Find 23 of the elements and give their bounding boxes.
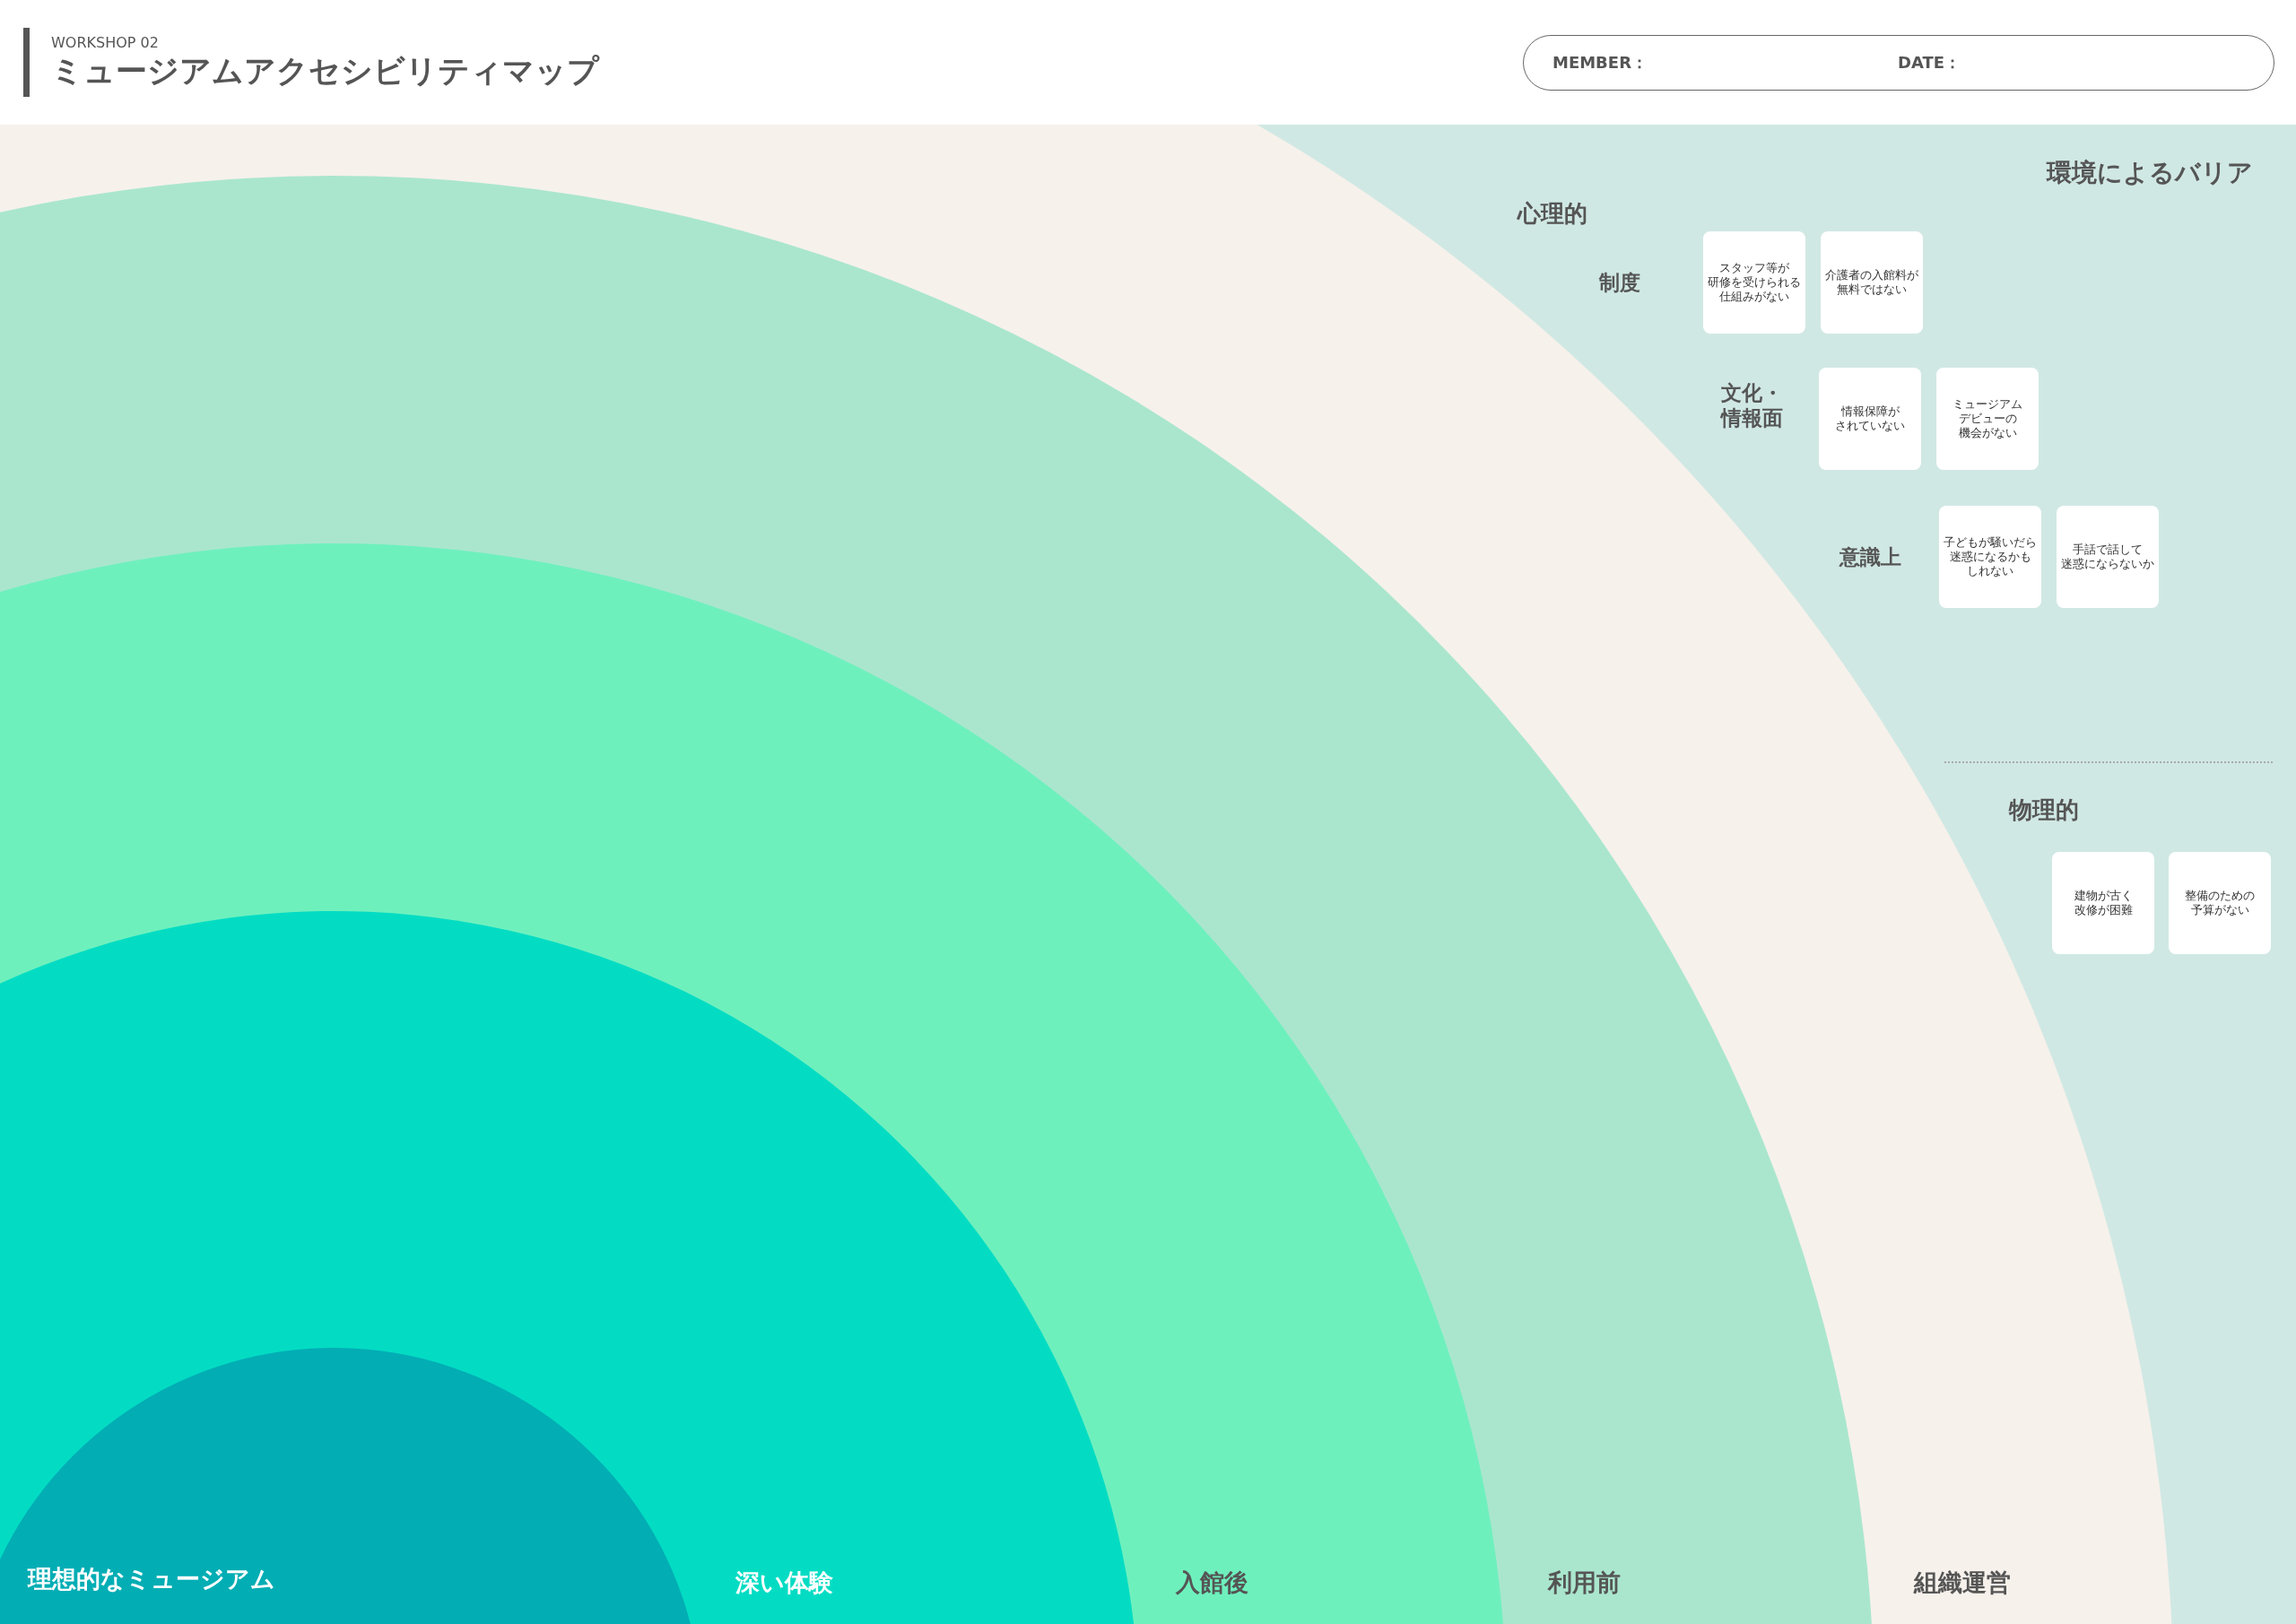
sticky-note: 情報保障が されていない [1819, 368, 1921, 470]
sticky-note: 手話で話して 迷惑にならないか [2057, 506, 2159, 608]
category-label: 文化・ 情報面 [1721, 381, 1783, 431]
sticky-note: 子どもが騒いだら 迷惑になるかも しれない [1939, 506, 2041, 608]
field-label: MEMBER： [1552, 52, 1648, 74]
sticky-note: ミュージアム デビューの 機会がない [1936, 368, 2039, 470]
sticky-note: 建物が古く 改修が困難 [2052, 852, 2154, 954]
category-label: 意識上 [1839, 545, 1901, 570]
field-label: DATE： [1898, 52, 1961, 74]
ring-label: 深い体験 [735, 1568, 833, 1598]
sticky-note: 整備のための 予算がない [2169, 852, 2271, 954]
ring-label: 入館後 [1176, 1568, 1248, 1598]
group-label: 物理的 [2009, 795, 2079, 825]
group-label: 心理的 [1518, 199, 1587, 229]
section-title: 環境によるバリア [2047, 157, 2253, 189]
ring-label: 利用前 [1548, 1568, 1621, 1598]
ring-label: 理想的なミュージアム [28, 1565, 275, 1594]
sticky-note: 介護者の入館料が 無料ではない [1821, 231, 1923, 334]
ring-label: 組織運営 [1914, 1568, 2011, 1598]
sticky-note: スタッフ等が 研修を受けられる 仕組みがない [1703, 231, 1805, 334]
category-label: 制度 [1599, 271, 1640, 296]
workshop-label: WORKSHOP 02 [51, 36, 160, 51]
page-title: ミュージアムアクセシビリティマップ [51, 54, 599, 89]
